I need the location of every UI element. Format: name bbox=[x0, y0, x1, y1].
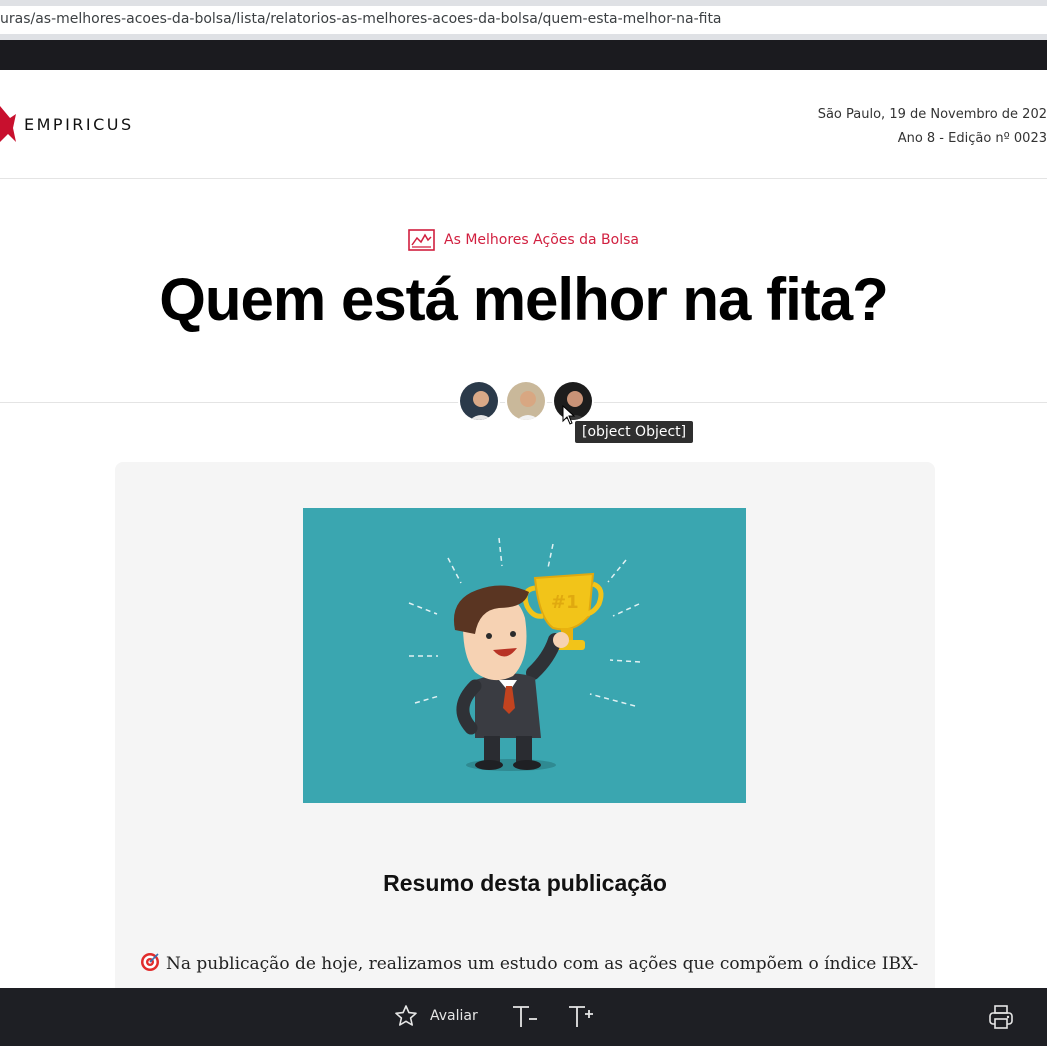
printer-icon bbox=[989, 1005, 1013, 1029]
rate-label: Avaliar bbox=[430, 1008, 478, 1024]
hero-image: #1 bbox=[303, 508, 746, 803]
address-field[interactable]: uras/as-melhores-acoes-da-bolsa/lista/re… bbox=[0, 6, 1047, 34]
article-paragraph: Na publicação de hoje, realizamos um est… bbox=[140, 948, 920, 980]
brand-mark-icon bbox=[0, 106, 16, 142]
text-increase-icon bbox=[569, 1006, 593, 1027]
svg-text:#1: #1 bbox=[551, 592, 579, 613]
tooltip: [object Object] bbox=[575, 421, 694, 443]
summary-heading: Resumo desta publicação bbox=[383, 870, 667, 896]
top-nav-band bbox=[0, 40, 1047, 70]
issue-info: São Paulo, 19 de Novembro de 202 Ano 8 -… bbox=[818, 103, 1047, 151]
article-title: Quem está melhor na fita? bbox=[159, 266, 889, 333]
category-label: As Melhores Ações da Bolsa bbox=[444, 232, 639, 248]
trophy-illustration-icon: #1 bbox=[408, 537, 641, 771]
author-avatar-1[interactable] bbox=[458, 380, 500, 422]
reader-toolbar: Avaliar bbox=[0, 988, 1047, 1046]
rate-button[interactable]: Avaliar bbox=[394, 1004, 478, 1028]
empiricus-logo[interactable]: EMPIRICUS bbox=[0, 104, 134, 144]
issue-date: São Paulo, 19 de Novembro de 202 bbox=[817, 107, 1047, 122]
mouse-cursor-icon bbox=[562, 405, 576, 425]
star-icon bbox=[395, 1005, 417, 1026]
url-text: uras/as-melhores-acoes-da-bolsa/lista/re… bbox=[0, 11, 722, 27]
article-card: #1 Resumo desta publicação Na publicação… bbox=[115, 462, 935, 1046]
font-increase-button[interactable] bbox=[567, 1003, 595, 1031]
chart-line-icon bbox=[408, 229, 435, 251]
font-decrease-button[interactable] bbox=[511, 1003, 539, 1031]
author-avatar-2[interactable] bbox=[505, 380, 547, 422]
text-decrease-icon bbox=[513, 1006, 537, 1027]
site-header: EMPIRICUS São Paulo, 19 de Novembro de 2… bbox=[0, 70, 1047, 179]
browser-url-bar[interactable]: uras/as-melhores-acoes-da-bolsa/lista/re… bbox=[0, 0, 1047, 40]
article-category[interactable]: As Melhores Ações da Bolsa bbox=[0, 229, 1047, 251]
print-button[interactable] bbox=[987, 1003, 1015, 1031]
brand-name: EMPIRICUS bbox=[24, 114, 134, 134]
target-icon bbox=[141, 953, 159, 971]
issue-edition: Ano 8 - Edição nº 0023 bbox=[897, 131, 1047, 146]
paragraph-text: Na publicação de hoje, realizamos um est… bbox=[166, 954, 919, 974]
